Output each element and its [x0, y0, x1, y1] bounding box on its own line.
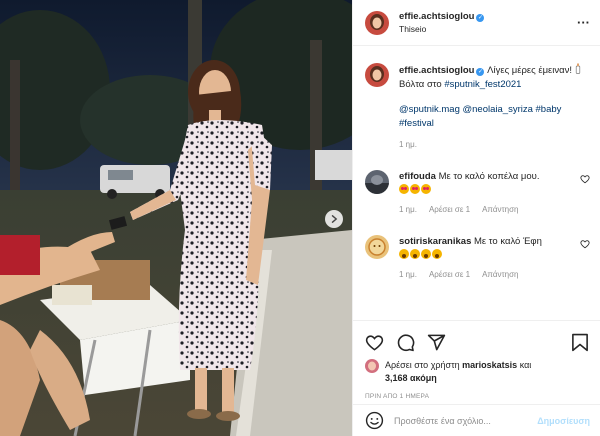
- more-options-icon[interactable]: ···: [577, 15, 590, 30]
- post-location[interactable]: Thiseio: [399, 23, 577, 35]
- likes-count[interactable]: 3,168 ακόμη: [385, 373, 437, 383]
- likes-prefix: Αρέσει στο χρήστη: [385, 360, 463, 370]
- verified-badge-icon: ✓: [476, 68, 485, 76]
- comment-meta: 1 ημ. Αρέσει σε 1 Απάντηση: [399, 203, 574, 217]
- comment-emoji: [399, 248, 574, 262]
- post-comment-button[interactable]: Δημοσίευση: [537, 416, 590, 426]
- share-icon[interactable]: [427, 333, 446, 352]
- heart-eyes-emoji-icon: [410, 184, 420, 194]
- hashtag-link[interactable]: #sputnik_fest2021: [444, 79, 521, 90]
- comment-content: efifouda Με το καλό κοπέλα μου. 1 ημ. Αρέ…: [399, 170, 574, 217]
- comment-icon[interactable]: [396, 333, 415, 352]
- caption-mentions: @sputnik.mag @neolaia_syriza #baby #fest…: [399, 103, 590, 130]
- author-username[interactable]: effie.achtsioglou: [399, 11, 474, 22]
- comment-meta: 1 ημ. Αρέσει σε 1 Απάντηση: [399, 268, 574, 282]
- action-icons: [365, 327, 588, 357]
- caption: effie.achtsioglou ✓ Λίγες μέρες έμειναν! …: [365, 63, 590, 152]
- reply-button[interactable]: Απάντηση: [482, 270, 518, 279]
- bookmark-icon[interactable]: [572, 333, 588, 352]
- scream-emoji-icon: [432, 249, 442, 259]
- next-image-button[interactable]: [325, 210, 343, 228]
- likes-summary: Αρέσει στο χρήστη marioskatsis και 3,168…: [365, 359, 588, 385]
- post-sidebar: effie.achtsioglou ✓ Thiseio ··· effie.ach…: [352, 0, 600, 436]
- comment-input[interactable]: [394, 415, 538, 426]
- commenter-avatar[interactable]: [365, 234, 389, 259]
- comment-time[interactable]: 1 ημ.: [399, 205, 417, 214]
- mentions-links[interactable]: @sputnik.mag @neolaia_syriza #baby #fest…: [399, 104, 561, 129]
- add-comment-bar: Δημοσίευση: [353, 404, 600, 436]
- comment-emoji: [399, 183, 574, 197]
- liker-username[interactable]: marioskatsis: [462, 360, 517, 370]
- heart-eyes-emoji-icon: [399, 184, 409, 194]
- photo-image: [0, 0, 352, 436]
- comment-likes[interactable]: Αρέσει σε 1: [429, 205, 470, 214]
- caption-line2-prefix: Βόλτα στο: [399, 78, 445, 90]
- heart-eyes-emoji-icon: [421, 184, 431, 194]
- likes-text: Αρέσει στο χρήστη marioskatsis και 3,168…: [385, 359, 531, 385]
- comment-username[interactable]: efifouda: [399, 171, 436, 182]
- heart-icon[interactable]: [580, 174, 590, 184]
- post-actions: Αρέσει στο χρήστη marioskatsis και 3,168…: [353, 320, 600, 400]
- comments-area: effie.achtsioglou ✓ Λίγες μέρες έμειναν! …: [353, 47, 600, 317]
- caption-username[interactable]: effie.achtsioglou: [399, 65, 474, 76]
- heart-icon[interactable]: [580, 239, 590, 249]
- comment-content: sotiriskaranikas Με το καλό Έφη 1 ημ. Αρέ…: [399, 235, 574, 282]
- scream-emoji-icon: [399, 249, 409, 259]
- caption-content: effie.achtsioglou ✓ Λίγες μέρες έμειναν! …: [399, 63, 590, 152]
- reply-button[interactable]: Απάντηση: [482, 205, 518, 214]
- instagram-post-view: effie.achtsioglou ✓ Thiseio ··· effie.ach…: [0, 0, 600, 436]
- emoji-icon[interactable]: [365, 411, 384, 430]
- author-block: effie.achtsioglou ✓ Thiseio: [399, 10, 577, 35]
- liker-avatar[interactable]: [365, 359, 379, 373]
- author-avatar[interactable]: [365, 63, 389, 87]
- baby-bottle-emoji-icon: [575, 63, 580, 74]
- commenter-avatar[interactable]: [365, 169, 389, 194]
- caption-time[interactable]: 1 ημ.: [399, 138, 590, 152]
- author-avatar[interactable]: [365, 10, 389, 35]
- scream-emoji-icon: [421, 249, 431, 259]
- post-photo[interactable]: [0, 0, 352, 436]
- comment-username[interactable]: sotiriskaranikas: [399, 236, 471, 247]
- comment-item: efifouda Με το καλό κοπέλα μου. 1 ημ. Αρέ…: [365, 169, 590, 217]
- comment-text: Με το καλό Έφη: [474, 235, 542, 247]
- heart-icon[interactable]: [365, 333, 384, 352]
- caption-text: Λίγες μέρες έμειναν!: [487, 65, 573, 76]
- caption-line-2: Βόλτα στο #sputnik_fest2021: [399, 78, 590, 92]
- verified-badge-icon: ✓: [476, 14, 485, 22]
- post-timestamp[interactable]: ΠΡΙΝ ΑΠΟ 1 ΗΜΕΡΑ: [365, 393, 588, 400]
- post-header: effie.achtsioglou ✓ Thiseio ···: [353, 0, 600, 46]
- comment-text: Με το καλό κοπέλα μου.: [438, 170, 540, 182]
- comment-likes[interactable]: Αρέσει σε 1: [429, 270, 470, 279]
- next-arrow-icon: [331, 215, 337, 223]
- comment-time[interactable]: 1 ημ.: [399, 270, 417, 279]
- likes-connector: και: [517, 360, 532, 370]
- comment-item: sotiriskaranikas Με το καλό Έφη 1 ημ. Αρέ…: [365, 234, 590, 282]
- scream-emoji-icon: [410, 249, 420, 259]
